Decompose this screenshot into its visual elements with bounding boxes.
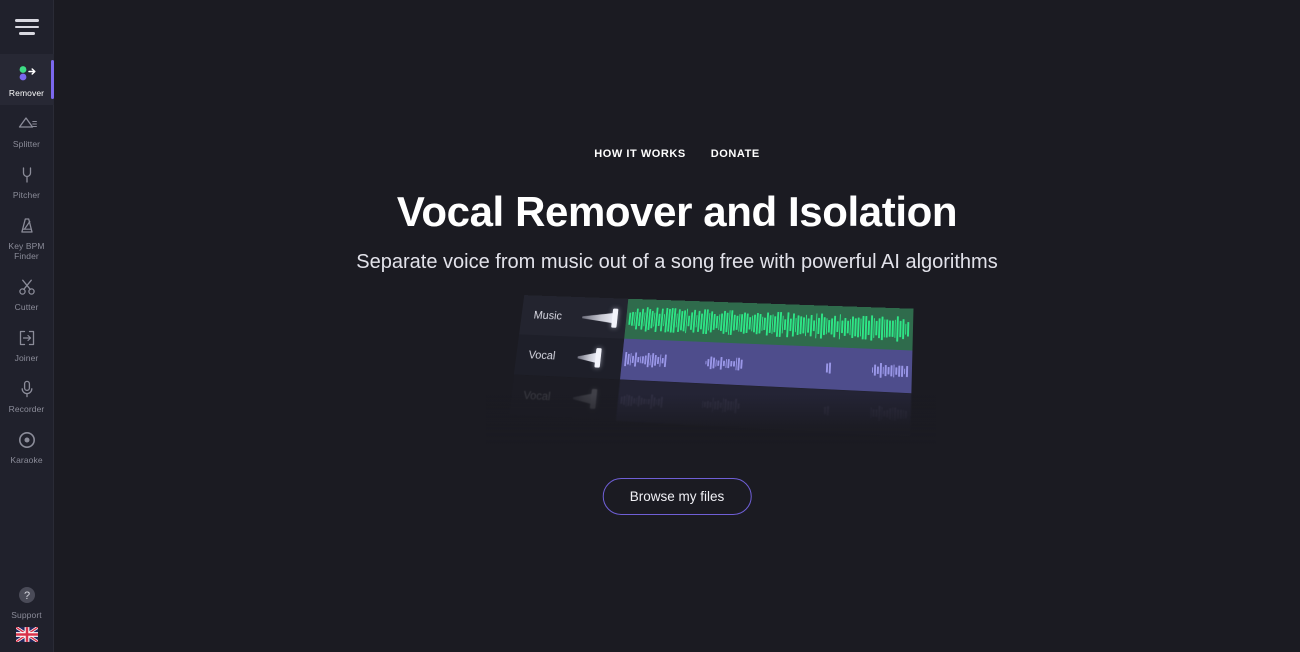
volume-fader-vocal[interactable] bbox=[577, 348, 616, 368]
svg-text:?: ? bbox=[23, 590, 29, 602]
hamburger-line bbox=[14, 19, 39, 22]
hamburger-line bbox=[14, 25, 39, 29]
sidebar-item-label: Splitter bbox=[12, 139, 41, 149]
track-label: Vocal bbox=[522, 389, 552, 403]
uk-flag-icon[interactable] bbox=[14, 625, 39, 644]
track-label: Vocal bbox=[527, 348, 557, 363]
scissors-icon bbox=[16, 276, 38, 298]
hamburger-icon[interactable] bbox=[0, 0, 54, 54]
hamburger-line bbox=[18, 32, 35, 35]
join-icon bbox=[16, 327, 38, 349]
sidebar: Remover Splitter Pitcher Key BPM Finder … bbox=[0, 0, 54, 652]
app-root: Remover Splitter Pitcher Key BPM Finder … bbox=[0, 0, 1300, 652]
microphone-icon bbox=[16, 378, 38, 400]
sidebar-item-recorder[interactable]: Recorder bbox=[0, 370, 54, 421]
sidebar-item-label: Key BPM Finder bbox=[8, 241, 45, 261]
sidebar-item-label: Karaoke bbox=[10, 455, 43, 465]
sidebar-item-pitcher[interactable]: Pitcher bbox=[0, 156, 54, 207]
prism-icon bbox=[16, 113, 38, 135]
metronome-icon bbox=[16, 215, 38, 237]
question-circle-icon: ? bbox=[16, 584, 38, 606]
sidebar-item-cutter[interactable]: Cutter bbox=[0, 268, 54, 319]
sidebar-item-label: Remover bbox=[8, 88, 45, 98]
sidebar-item-label: Joiner bbox=[14, 353, 39, 363]
volume-fader-ghost bbox=[572, 388, 612, 409]
sidebar-item-support[interactable]: ? Support bbox=[0, 576, 54, 627]
sidebar-item-label: Support bbox=[11, 610, 42, 620]
fader-wedge bbox=[582, 312, 615, 324]
tracks-stack: Music Vocal Vocal bbox=[507, 295, 914, 448]
sidebar-item-key-bpm-finder[interactable]: Key BPM Finder bbox=[0, 207, 54, 268]
audio-tracks-illustration: Music Vocal Vocal bbox=[486, 295, 936, 447]
volume-fader-music[interactable] bbox=[581, 308, 620, 328]
nav-link-donate[interactable]: DONATE bbox=[711, 148, 760, 160]
track-controls: Vocal bbox=[508, 374, 621, 422]
browse-my-files-button[interactable]: Browse my files bbox=[602, 478, 752, 515]
sidebar-item-splitter[interactable]: Splitter bbox=[0, 105, 54, 156]
sidebar-item-label: Recorder bbox=[8, 404, 45, 414]
nav-link-how-it-works[interactable]: HOW IT WORKS bbox=[594, 148, 686, 160]
top-navigation: HOW IT WORKS DONATE bbox=[54, 148, 1300, 160]
page-subtitle: Separate voice from music out of a song … bbox=[356, 251, 998, 273]
page-title: Vocal Remover and Isolation bbox=[396, 188, 958, 235]
fader-knob bbox=[589, 388, 598, 409]
sidebar-nav: Remover Splitter Pitcher Key BPM Finder … bbox=[0, 54, 54, 472]
tuning-fork-icon bbox=[16, 164, 38, 186]
sidebar-item-joiner[interactable]: Joiner bbox=[0, 319, 54, 370]
sidebar-item-label: Pitcher bbox=[12, 190, 41, 200]
disc-icon bbox=[16, 429, 38, 451]
fader-knob[interactable] bbox=[594, 348, 602, 368]
track-controls: Vocal bbox=[513, 334, 625, 380]
track-label: Music bbox=[532, 309, 563, 323]
remover-icon bbox=[16, 62, 38, 84]
fader-knob[interactable] bbox=[611, 308, 619, 328]
sidebar-item-karaoke[interactable]: Karaoke bbox=[0, 421, 54, 472]
sidebar-item-remover[interactable]: Remover bbox=[0, 54, 54, 105]
sidebar-item-label: Cutter bbox=[14, 302, 39, 312]
track-controls: Music bbox=[519, 295, 629, 339]
main-content: HOW IT WORKS DONATE Vocal Remover and Is… bbox=[54, 0, 1300, 652]
